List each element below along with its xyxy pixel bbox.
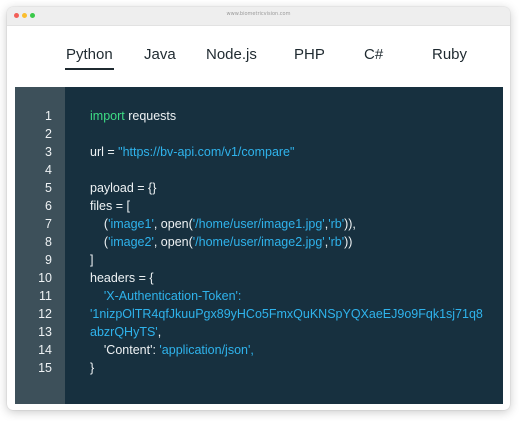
code-sample-widget: Python Java Node.js PHP C# Ruby 1 2 3 4 … <box>15 26 503 404</box>
code-line: import requests <box>90 109 176 123</box>
line-number: 14 <box>38 343 52 357</box>
code-line: files = [ <box>90 199 130 213</box>
line-number: 4 <box>45 163 52 177</box>
code-string: 'image2' <box>108 235 154 249</box>
browser-window: www.biometricvision.com Python Java Node… <box>7 7 510 410</box>
code-text: 'Content' <box>103 343 153 357</box>
code-text: url = <box>90 145 119 159</box>
code-line: '1nizpOlTR4qfJkuuPgx89yHCo5FmxQuKNSpYQXa… <box>90 307 483 321</box>
line-number: 9 <box>45 253 52 267</box>
line-number: 5 <box>45 181 52 195</box>
code-keyword: import <box>90 109 125 123</box>
line-number: 7 <box>45 217 52 231</box>
tab-java[interactable]: Java <box>144 46 176 63</box>
tab-python[interactable]: Python <box>65 46 114 70</box>
code-string: 'rb' <box>328 235 345 249</box>
code-text: , open( <box>153 235 193 249</box>
code-text: ] <box>90 253 94 267</box>
code-text: } <box>90 361 95 375</box>
code-string: '/home/user/image2.jpg' <box>192 235 325 249</box>
tab-php[interactable]: PHP <box>294 46 325 63</box>
line-number: 13 <box>38 325 52 339</box>
code-line: payload = {} <box>90 181 156 195</box>
code-string: "https://bv-api.com/v1/compare" <box>118 145 295 159</box>
line-number: 6 <box>45 199 52 213</box>
line-number: 10 <box>38 271 52 285</box>
tab-ruby[interactable]: Ruby <box>432 46 467 63</box>
code-text: , <box>157 325 162 339</box>
code-line: } <box>90 361 94 375</box>
code-text: ( <box>90 235 109 249</box>
code-text: )) <box>344 235 353 249</box>
line-number: 2 <box>45 127 52 141</box>
code-text: , open( <box>153 217 193 231</box>
line-number: 11 <box>39 289 52 303</box>
code-line: abzrQHyTS', <box>90 325 161 339</box>
code-text: requests <box>124 109 177 123</box>
code-text: payload = {} <box>90 181 157 195</box>
language-tabs: Python Java Node.js PHP C# Ruby <box>15 26 503 79</box>
browser-titlebar: www.biometricvision.com <box>7 7 510 26</box>
code-line: ] <box>90 253 93 267</box>
line-number: 3 <box>45 145 52 159</box>
code-text: files = [ <box>90 199 130 213</box>
code-string: 'rb' <box>328 217 345 231</box>
code-string: 'image1' <box>108 217 154 231</box>
code-text: ( <box>90 217 109 231</box>
code-line: 'Content': 'application/json', <box>90 343 254 357</box>
tab-nodejs[interactable]: Node.js <box>206 46 257 63</box>
code-line: 'X-Authentication-Token': <box>90 289 242 303</box>
code-string: '/home/user/image1.jpg' <box>192 217 325 231</box>
line-number-gutter: 1 2 3 4 5 6 7 8 9 10 11 12 13 14 15 <box>15 87 65 404</box>
code-line: ('image2', open('/home/user/image2.jpg',… <box>90 235 353 249</box>
code-string: 'X-Authentication-Token': <box>103 289 242 303</box>
code-line: url = "https://bv-api.com/v1/compare" <box>90 145 294 159</box>
code-string: '1nizpOlTR4qfJkuuPgx89yHCo5FmxQuKNSpYQXa… <box>90 307 483 321</box>
line-number: 1 <box>45 109 52 123</box>
line-number: 8 <box>45 235 52 249</box>
code-panel: 1 2 3 4 5 6 7 8 9 10 11 12 13 14 15 impo… <box>15 87 503 404</box>
code-text: headers = { <box>90 271 154 285</box>
code-string: abzrQHyTS' <box>90 325 158 339</box>
line-number: 15 <box>38 361 52 375</box>
tab-csharp[interactable]: C# <box>364 46 383 63</box>
code-line: ('image1', open('/home/user/image1.jpg',… <box>90 217 356 231</box>
line-number: 12 <box>38 307 52 321</box>
address-url: www.biometricvision.com <box>226 11 291 17</box>
code-text: )), <box>344 217 356 231</box>
code-string: 'application/json', <box>159 343 254 357</box>
code-line: headers = { <box>90 271 154 285</box>
